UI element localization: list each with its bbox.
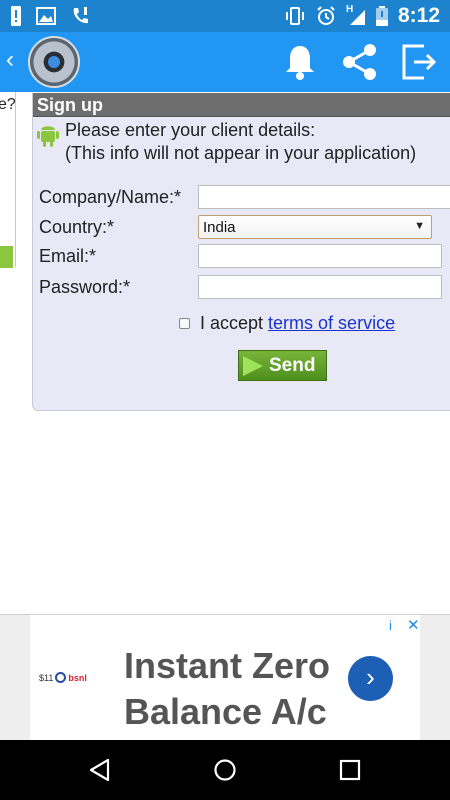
company-row: Company/Name:* bbox=[39, 185, 450, 209]
android-icon bbox=[37, 126, 59, 147]
signal-icon: H bbox=[345, 4, 366, 26]
chevron-down-icon: ▼ bbox=[414, 220, 425, 232]
ad-close-icon[interactable]: ✕ bbox=[407, 616, 420, 634]
left-partial-text: e? bbox=[0, 96, 16, 113]
nav-back-icon[interactable] bbox=[88, 758, 112, 782]
network-type-label: H bbox=[345, 4, 354, 15]
send-button[interactable]: Send bbox=[238, 350, 327, 381]
battery-icon bbox=[375, 6, 388, 26]
ad-headline-line-2: Balance A/c bbox=[124, 691, 327, 732]
back-arrow-icon[interactable]: ‹ bbox=[6, 46, 14, 74]
send-label: Send bbox=[269, 354, 316, 376]
play-arrow-icon bbox=[243, 355, 263, 376]
left-partial-button[interactable] bbox=[0, 246, 13, 268]
accept-row: I accept terms of service bbox=[179, 313, 395, 334]
password-row: Password:* bbox=[39, 275, 442, 299]
bell-icon[interactable] bbox=[280, 42, 320, 82]
country-selected-value: India bbox=[203, 219, 236, 236]
email-field[interactable] bbox=[198, 244, 442, 268]
status-bar: H 8:12 bbox=[0, 0, 450, 32]
terms-of-service-link[interactable]: terms of service bbox=[268, 313, 395, 334]
company-field[interactable] bbox=[198, 185, 450, 209]
image-icon bbox=[36, 7, 56, 25]
alert-icon bbox=[11, 6, 21, 26]
ad-brand-number: $11 bbox=[39, 672, 54, 683]
ad-info-icon[interactable]: i bbox=[389, 618, 392, 633]
ad-brand: $11 bsnl bbox=[39, 672, 87, 683]
email-row: Email:* bbox=[39, 244, 442, 268]
clock-time: 8:12 bbox=[397, 4, 440, 27]
country-label: Country:* bbox=[39, 216, 115, 237]
ad-brand-name: bsnl bbox=[68, 672, 87, 683]
accept-checkbox[interactable] bbox=[179, 318, 190, 329]
country-row: Country:* India ▼ bbox=[39, 215, 432, 239]
intro: Please enter your client details: (This … bbox=[37, 119, 416, 165]
nav-home-icon[interactable] bbox=[213, 758, 237, 782]
signup-panel: Sign up Please enter your client details… bbox=[32, 93, 450, 411]
ad-headline-line-1: Instant Zero bbox=[124, 645, 331, 686]
logout-icon[interactable] bbox=[400, 42, 440, 82]
password-label: Password:* bbox=[39, 276, 131, 297]
ad-card[interactable]: $11 bsnl Instant Zero Balance A/c › i ✕ bbox=[30, 615, 420, 741]
missed-call-icon bbox=[73, 7, 88, 24]
vibrate-icon bbox=[285, 7, 304, 25]
country-select[interactable]: India ▼ bbox=[198, 215, 432, 239]
signup-header: Sign up bbox=[33, 93, 450, 117]
company-label: Company/Name:* bbox=[39, 186, 182, 207]
navigation-bar bbox=[0, 740, 450, 800]
share-icon[interactable] bbox=[340, 42, 380, 82]
nav-recents-icon[interactable] bbox=[338, 758, 362, 782]
alarm-icon bbox=[317, 6, 335, 25]
ad-headline: Instant Zero Balance A/c bbox=[124, 643, 344, 735]
app-logo[interactable] bbox=[28, 36, 80, 88]
accept-text: I accept bbox=[200, 313, 264, 333]
ad-banner: $11 bsnl Instant Zero Balance A/c › i ✕ bbox=[0, 614, 450, 741]
email-label: Email:* bbox=[39, 245, 97, 266]
bank-logo-icon bbox=[55, 672, 67, 683]
password-field[interactable] bbox=[198, 275, 442, 299]
left-partial-panel: e? bbox=[0, 92, 16, 267]
chevron-right-icon[interactable]: › bbox=[348, 656, 393, 701]
intro-line-1: Please enter your client details: bbox=[65, 120, 316, 140]
app-bar: ‹ bbox=[0, 32, 450, 92]
intro-line-2: (This info will not appear in your appli… bbox=[65, 143, 417, 163]
